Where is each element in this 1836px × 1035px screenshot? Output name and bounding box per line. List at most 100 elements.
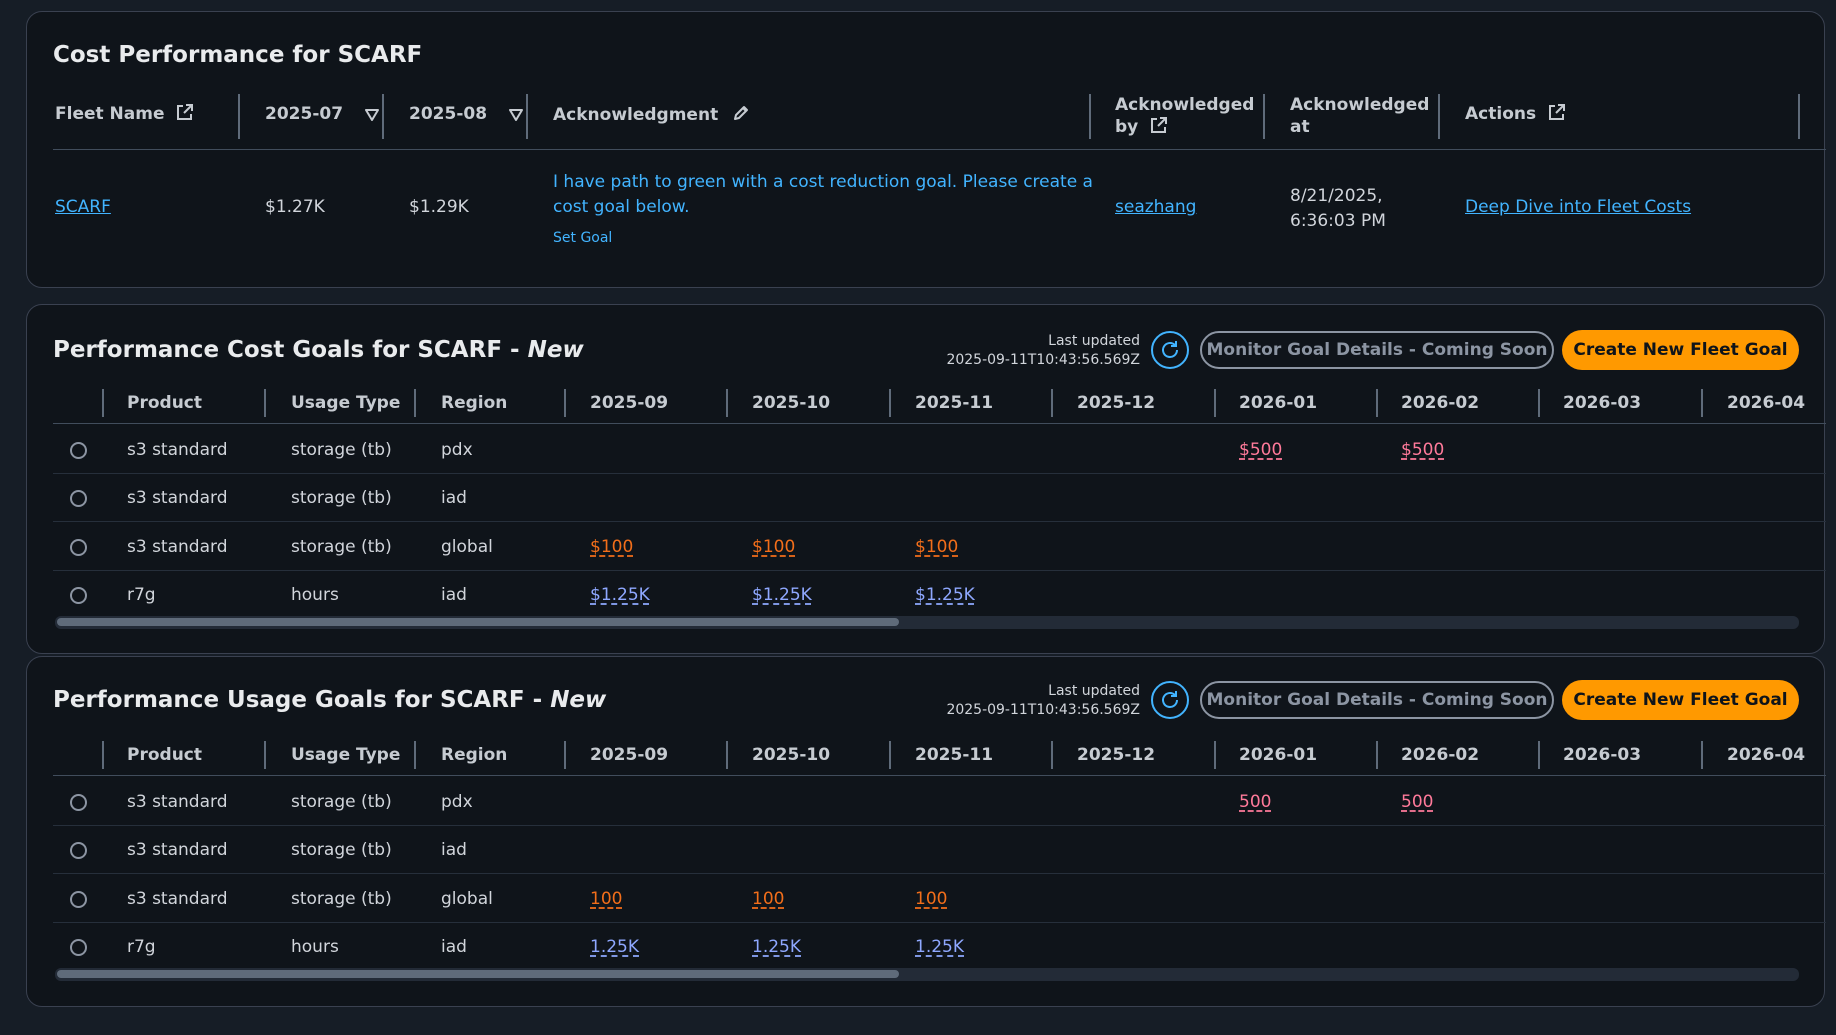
column-divider — [264, 389, 266, 417]
goal-value-cell[interactable]: 1.25K — [752, 937, 801, 957]
column-divider — [1376, 389, 1378, 417]
column-header: 2025-10 — [752, 393, 831, 413]
cell-region: pdx — [441, 440, 473, 460]
acknowledgment-header[interactable]: Acknowledgment — [553, 104, 750, 125]
goal-value-cell[interactable]: $100 — [590, 537, 633, 557]
month-2025-08-header[interactable]: 2025-08 — [409, 104, 523, 124]
horizontal-scrollbar[interactable] — [55, 616, 1799, 629]
column-divider — [1214, 741, 1216, 769]
cell-usage: storage (tb) — [291, 537, 392, 557]
row-select-radio[interactable] — [70, 442, 87, 459]
acknowledged-by-link[interactable]: seazhang — [1115, 197, 1196, 217]
goal-value-cell[interactable]: 100 — [590, 889, 622, 909]
acknowledged-by-label-line2: by — [1115, 117, 1139, 137]
goal-value-cell[interactable]: 500 — [1239, 792, 1271, 812]
column-divider — [102, 741, 104, 769]
acknowledged-at-label-line1: Acknowledged — [1290, 95, 1430, 115]
refresh-button[interactable] — [1151, 681, 1189, 719]
goal-value-cell[interactable]: $1.25K — [590, 585, 650, 605]
cell-region: pdx — [441, 792, 473, 812]
header-divider — [53, 423, 1826, 424]
cell-product: s3 standard — [127, 889, 228, 909]
column-header: 2025-11 — [915, 393, 994, 413]
column-divider — [102, 389, 104, 417]
acknowledged-at-header: Acknowledged at — [1290, 94, 1429, 138]
fleet-name-header[interactable]: Fleet Name — [55, 104, 194, 124]
column-divider — [1051, 741, 1053, 769]
column-divider — [526, 94, 528, 139]
create-fleet-goal-button[interactable]: Create New Fleet Goal — [1562, 330, 1799, 370]
cell-product: s3 standard — [127, 488, 228, 508]
row-select-radio[interactable] — [70, 587, 87, 604]
filter-caret-icon[interactable] — [508, 109, 523, 121]
column-divider — [726, 741, 728, 769]
goal-value-cell[interactable]: $1.25K — [752, 585, 812, 605]
refresh-button[interactable] — [1151, 331, 1189, 369]
cell-usage: storage (tb) — [291, 840, 392, 860]
column-header: 2025-10 — [752, 745, 831, 765]
month-2025-07-value: $1.27K — [265, 197, 325, 217]
cost-goals-title: Performance Cost Goals for SCARF - New — [53, 337, 584, 363]
month-2025-08-value: $1.29K — [409, 197, 469, 217]
goal-value-cell[interactable]: 100 — [915, 889, 947, 909]
goal-value-cell[interactable]: $500 — [1401, 440, 1444, 460]
column-divider — [1263, 94, 1265, 139]
scrollbar-thumb[interactable] — [57, 618, 899, 626]
usage-goals-title-text: Performance Usage Goals for SCARF - — [53, 687, 551, 713]
goal-value-cell[interactable]: 500 — [1401, 792, 1433, 812]
last-updated-value: 2025-09-11T10:43:56.569Z — [946, 352, 1140, 368]
acknowledgment-header-label: Acknowledgment — [553, 105, 719, 125]
row-select-radio[interactable] — [70, 842, 87, 859]
row-select-radio[interactable] — [70, 939, 87, 956]
cell-usage: storage (tb) — [291, 440, 392, 460]
refresh-icon — [1162, 341, 1178, 358]
goal-value-cell[interactable]: $500 — [1239, 440, 1282, 460]
row-select-radio[interactable] — [70, 794, 87, 811]
row-select-radio[interactable] — [70, 891, 87, 908]
goal-value-cell[interactable]: 100 — [752, 889, 784, 909]
new-tag: New — [527, 337, 584, 363]
acknowledged-at-value: 8/21/2025, 6:36:03 PM — [1290, 184, 1386, 234]
last-updated: Last updated 2025-09-11T10:43:56.569Z — [946, 332, 1140, 370]
scrollbar-thumb[interactable] — [57, 970, 899, 978]
fleet-link-scarf[interactable]: SCARF — [55, 197, 111, 217]
column-divider — [889, 741, 891, 769]
external-link-icon — [177, 104, 194, 120]
last-updated-value: 2025-09-11T10:43:56.569Z — [946, 702, 1140, 718]
column-divider — [1701, 389, 1703, 417]
monitor-goal-details-button: Monitor Goal Details - Coming Soon — [1200, 331, 1554, 369]
column-header: 2026-01 — [1239, 745, 1318, 765]
edit-pencil-icon[interactable] — [732, 104, 750, 122]
create-fleet-goal-button[interactable]: Create New Fleet Goal — [1562, 680, 1799, 720]
row-select-radio[interactable] — [70, 490, 87, 507]
column-divider — [564, 389, 566, 417]
month-2025-07-header[interactable]: 2025-07 — [265, 104, 379, 124]
goal-value-cell[interactable]: $100 — [752, 537, 795, 557]
actions-header: Actions — [1465, 104, 1566, 124]
column-divider — [564, 741, 566, 769]
acknowledgment-text: I have path to green with a cost reducti… — [553, 170, 1093, 220]
row-select-radio[interactable] — [70, 539, 87, 556]
column-divider — [1051, 389, 1053, 417]
refresh-icon — [1162, 691, 1178, 708]
filter-caret-icon[interactable] — [364, 109, 379, 121]
goal-value-cell[interactable]: 1.25K — [590, 937, 639, 957]
goal-value-cell[interactable]: $1.25K — [915, 585, 975, 605]
usage-goals-title: Performance Usage Goals for SCARF - New — [53, 687, 606, 713]
column-divider — [264, 741, 266, 769]
goal-value-cell[interactable]: 1.25K — [915, 937, 964, 957]
goal-value-cell[interactable]: $100 — [915, 537, 958, 557]
cell-region: iad — [441, 840, 467, 860]
deep-dive-link[interactable]: Deep Dive into Fleet Costs — [1465, 197, 1691, 217]
column-header: Product — [127, 745, 202, 765]
set-goal-link[interactable]: Set Goal — [553, 230, 612, 246]
cost-goals-panel: Performance Cost Goals for SCARF - New L… — [26, 304, 1826, 654]
horizontal-scrollbar[interactable] — [55, 968, 1799, 981]
column-divider — [238, 94, 240, 139]
month-2025-07-label: 2025-07 — [265, 104, 344, 124]
cell-product: s3 standard — [127, 840, 228, 860]
acknowledgment-text-line2: cost goal below. — [553, 197, 690, 217]
column-divider — [1701, 741, 1703, 769]
cell-usage: storage (tb) — [291, 488, 392, 508]
row-divider — [53, 473, 1826, 474]
